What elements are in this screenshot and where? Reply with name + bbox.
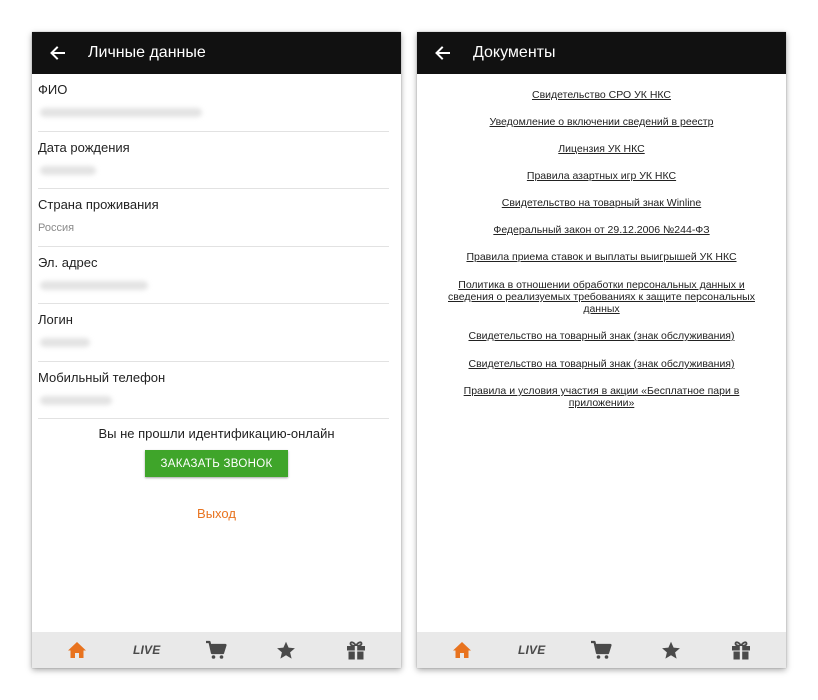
live-icon: LIVE [517, 643, 546, 657]
document-link[interactable]: Правила приема ставок и выплаты выигрыше… [445, 251, 758, 263]
order-call-button[interactable]: ЗАКАЗАТЬ ЗВОНОК [145, 450, 288, 477]
field-value: Россия [38, 222, 75, 234]
field-login[interactable]: Логин [38, 304, 389, 362]
bottom-nav: LIVE [417, 632, 786, 668]
field-label: Дата рождения [38, 139, 130, 155]
field-country[interactable]: Страна проживания Россия [38, 189, 389, 247]
nav-live[interactable]: LIVE [507, 632, 557, 668]
field-label: Логин [38, 312, 73, 327]
personal-data-form: ФИО Дата рождения Страна проживания Росс… [32, 74, 401, 419]
cart-icon [591, 640, 613, 659]
personal-data-screen: Личные данные ФИО Дата рождения Страна п… [32, 32, 401, 668]
nav-gifts[interactable] [716, 632, 766, 668]
nav-live[interactable]: LIVE [122, 632, 172, 668]
cart-icon [206, 640, 228, 659]
arrow-left-icon [50, 46, 65, 60]
document-link[interactable]: Свидетельство на товарный знак (знак обс… [445, 330, 758, 342]
document-link[interactable]: Свидетельство на товарный знак (знак обс… [445, 358, 758, 370]
page-title: Документы [473, 44, 556, 61]
field-email[interactable]: Эл. адрес [38, 247, 389, 304]
redacted-value [40, 338, 90, 347]
field-label: Эл. адрес [38, 254, 98, 270]
redacted-value [40, 108, 202, 117]
home-icon [452, 642, 471, 658]
document-link[interactable]: Уведомление о включении сведений в реест… [445, 116, 758, 128]
nav-cart[interactable] [576, 632, 626, 668]
document-link[interactable]: Свидетельство на товарный знак Winline [445, 197, 758, 209]
redacted-value [40, 395, 112, 405]
bottom-nav: LIVE [32, 632, 401, 668]
identification-message: Вы не прошли идентификацию-онлайн [98, 426, 335, 441]
document-link[interactable]: Правила и условия участия в акции «Беспл… [445, 385, 758, 409]
documents-screen: Документы Свидетельство СРО УК НКС Уведо… [417, 32, 786, 668]
field-mobile-phone[interactable]: Мобильный телефон [38, 362, 389, 419]
document-link[interactable]: Правила азартных игр УК НКС [445, 170, 758, 182]
home-icon [67, 642, 86, 658]
gift-icon [347, 641, 366, 660]
document-link[interactable]: Федеральный закон от 29.12.2006 №244-ФЗ [445, 224, 758, 236]
document-link[interactable]: Свидетельство СРО УК НКС [445, 89, 758, 101]
nav-home[interactable] [437, 632, 487, 668]
nav-favorites[interactable] [261, 632, 311, 668]
star-icon [662, 641, 681, 659]
field-birth-date[interactable]: Дата рождения [38, 132, 389, 189]
live-icon: LIVE [132, 643, 161, 657]
nav-gifts[interactable] [331, 632, 381, 668]
field-label: Страна проживания [38, 197, 159, 212]
arrow-left-icon [435, 46, 450, 60]
back-button[interactable] [421, 32, 463, 74]
field-full-name[interactable]: ФИО [38, 74, 389, 132]
back-button[interactable] [36, 32, 78, 74]
field-label: Мобильный телефон [38, 369, 166, 385]
redacted-value [40, 280, 148, 290]
nav-favorites[interactable] [646, 632, 696, 668]
nav-cart[interactable] [191, 632, 241, 668]
nav-home[interactable] [52, 632, 102, 668]
exit-link[interactable]: Выход [32, 506, 401, 521]
document-link[interactable]: Лицензия УК НКС [445, 143, 758, 155]
field-label: ФИО [38, 82, 68, 97]
redacted-value [40, 165, 96, 175]
page-title: Личные данные [88, 44, 206, 61]
app-bar: Документы [417, 32, 786, 74]
document-link[interactable]: Политика в отношении обработки персональ… [445, 279, 758, 315]
star-icon [277, 641, 296, 659]
gift-icon [732, 641, 751, 660]
app-bar: Личные данные [32, 32, 401, 74]
